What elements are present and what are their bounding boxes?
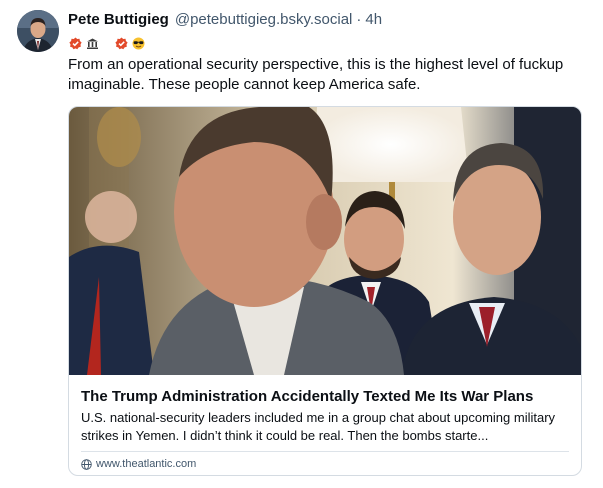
profile-badges <box>69 36 149 50</box>
post-header: Pete Buttigieg @petebuttigieg.bsky.socia… <box>68 11 382 31</box>
link-card-domain: www.theatlantic.com <box>96 458 197 470</box>
post-text: From an operational security perspective… <box>68 56 564 93</box>
link-card-title[interactable]: The Trump Administration Accidentally Te… <box>81 387 571 407</box>
link-card-image[interactable] <box>69 107 581 375</box>
post[interactable]: Pete Buttigieg @petebuttigieg.bsky.socia… <box>0 0 603 488</box>
header-separator: · <box>356 11 362 28</box>
author-display-name[interactable]: Pete Buttigieg <box>68 11 169 28</box>
bank-icon[interactable] <box>86 37 99 50</box>
link-card[interactable]: The Trump Administration Accidentally Te… <box>68 106 582 476</box>
verified-check-icon[interactable] <box>69 37 82 50</box>
author-handle[interactable]: @petebuttigieg.bsky.social <box>175 11 353 28</box>
verified-check-icon[interactable] <box>115 37 128 50</box>
link-card-divider <box>81 451 569 452</box>
post-timestamp[interactable]: 4h <box>365 11 382 28</box>
link-card-domain-row[interactable]: www.theatlantic.com <box>81 457 196 471</box>
globe-icon <box>81 458 92 470</box>
sunglasses-emoji-icon[interactable] <box>132 37 145 50</box>
author-avatar[interactable] <box>17 10 59 52</box>
link-card-description: U.S. national-security leaders included … <box>81 410 556 443</box>
